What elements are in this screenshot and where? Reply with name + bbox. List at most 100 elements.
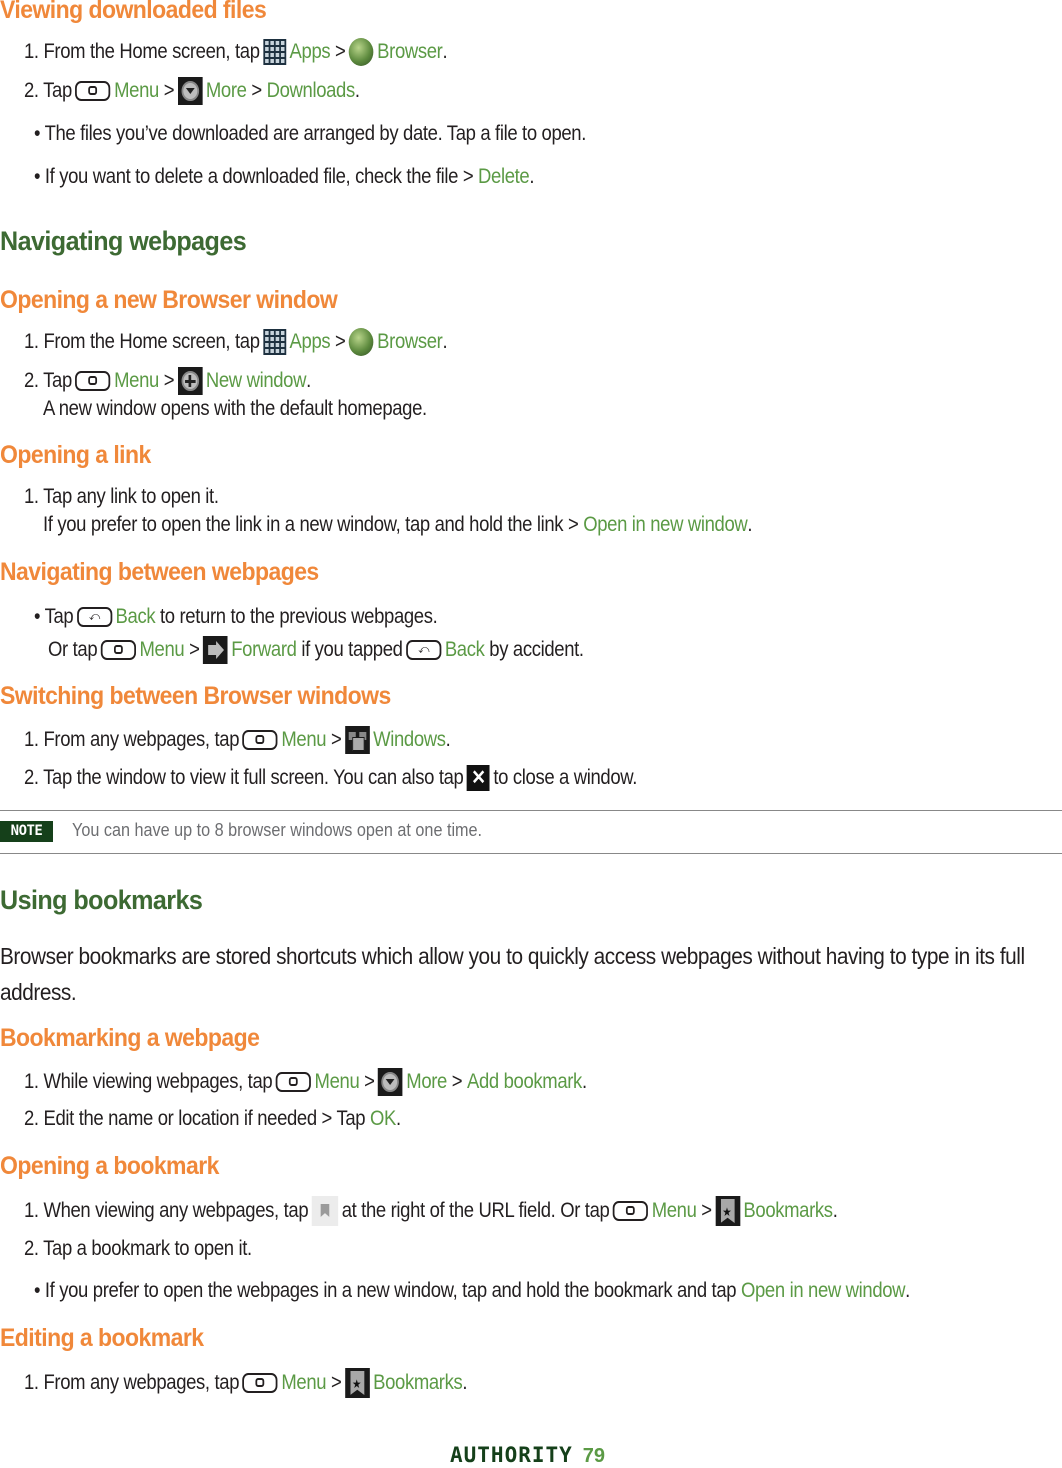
downloads-link[interactable]: Downloads <box>267 78 356 104</box>
section-title-edit-bookmark: Editing a bookmark <box>0 1324 204 1352</box>
back-link[interactable]: Back <box>116 604 156 630</box>
period: . <box>462 1371 468 1394</box>
apps-link[interactable]: Apps <box>290 39 331 65</box>
period: . <box>529 165 535 188</box>
section-title-open-link: Opening a link <box>0 441 151 469</box>
more-link[interactable]: More <box>206 78 247 104</box>
separator: > <box>451 1070 463 1093</box>
menu-link[interactable]: Menu <box>139 637 184 663</box>
step-1: 1. From the Home screen, tap Apps > Brow… <box>24 328 448 356</box>
close-icon: ✕ <box>466 765 490 791</box>
browser-link[interactable]: Browser <box>377 39 443 65</box>
step-text: 1. From any webpages, tap <box>24 1371 240 1394</box>
ok-link[interactable]: OK <box>370 1106 396 1132</box>
back-key-icon: ⤺ <box>406 640 442 660</box>
apps-grid-icon <box>263 329 287 355</box>
step-text: 1. From any webpages, tap <box>24 728 240 751</box>
menu-key-icon <box>612 1201 649 1221</box>
menu-link[interactable]: Menu <box>281 727 326 753</box>
bullet-text: • If you want to delete a downloaded fil… <box>34 165 474 188</box>
period: . <box>442 330 448 353</box>
open-link-detail: If you prefer to open the link in a new … <box>43 512 753 538</box>
bookmarks-star-icon <box>715 1196 740 1226</box>
back-key-icon: ⤺ <box>76 607 113 627</box>
period: . <box>395 1107 401 1130</box>
new-window-link[interactable]: New window <box>206 368 307 394</box>
step-text: 1. While viewing webpages, tap <box>24 1070 273 1093</box>
step-2: 2. Tap a bookmark to open it. <box>24 1237 252 1260</box>
step-text: 2. Tap the window to view it full screen… <box>24 766 464 789</box>
back-link[interactable]: Back <box>445 637 485 663</box>
separator: > <box>163 369 175 392</box>
open-in-new-window-link[interactable]: Open in new window <box>583 512 748 538</box>
or-text: Or tap <box>48 638 98 661</box>
delete-link[interactable]: Delete <box>478 164 530 190</box>
step-1: 1. When viewing any webpages, tap at the… <box>24 1196 838 1226</box>
bookmarks-intro: Browser bookmarks are stored shortcuts w… <box>0 943 1025 1005</box>
bookmarks-link[interactable]: Bookmarks <box>373 1370 463 1396</box>
bullet-rest: to return to the previous webpages. <box>160 605 438 628</box>
step-2: 2. Tap the window to view it full screen… <box>24 765 637 791</box>
menu-key-icon <box>75 371 111 391</box>
period: . <box>306 369 311 392</box>
new-window-plus-icon <box>177 367 203 395</box>
bullet-open-new-window: • If you prefer to open the webpages in … <box>34 1278 910 1304</box>
step-text: 1. From the Home screen, tap <box>24 40 260 63</box>
step-text: 2. Edit the name or location if needed >… <box>24 1107 366 1130</box>
more-icon <box>378 1068 403 1096</box>
note-text: You can have up to 8 browser windows ope… <box>72 820 483 840</box>
step-1: 1. From any webpages, tap Menu > Windows… <box>24 726 451 754</box>
separator: > <box>335 40 346 63</box>
step-1: 1. While viewing webpages, tap Menu > Mo… <box>24 1068 587 1096</box>
separator: > <box>335 330 346 353</box>
separator: > <box>364 1070 375 1093</box>
step-text: 1. When viewing any webpages, tap <box>24 1199 309 1222</box>
period: . <box>445 728 451 751</box>
note-box: NOTE You can have up to 8 browser window… <box>0 810 1062 854</box>
separator: > <box>330 728 342 751</box>
page-number: 79 <box>582 1445 606 1467</box>
menu-link[interactable]: Menu <box>114 78 159 104</box>
bullet-text: • Tap <box>34 605 74 628</box>
step-1: 1. From any webpages, tap Menu > Bookmar… <box>24 1368 468 1398</box>
open-in-new-window-link[interactable]: Open in new window <box>741 1278 906 1304</box>
add-bookmark-link[interactable]: Add bookmark <box>467 1069 582 1095</box>
section-title-open-bookmark: Opening a bookmark <box>0 1152 219 1180</box>
bullet-arranged-by-date: • The files you’ve downloaded are arrang… <box>34 122 587 145</box>
step-text: 2. Tap <box>24 79 72 102</box>
forward-link[interactable]: Forward <box>231 637 297 663</box>
bullet-delete: • If you want to delete a downloaded fil… <box>34 164 535 190</box>
more-link[interactable]: More <box>406 1069 447 1095</box>
section-title-new-window: Opening a new Browser window <box>0 286 338 314</box>
bullet-text: • If you prefer to open the webpages in … <box>34 1279 737 1302</box>
section-title-viewing-downloads: Viewing downloaded files <box>0 0 267 24</box>
menu-link[interactable]: Menu <box>281 1370 326 1396</box>
separator: > <box>330 1371 342 1394</box>
apps-link[interactable]: Apps <box>290 329 331 355</box>
separator: > <box>251 79 262 102</box>
bookmarks-link[interactable]: Bookmarks <box>743 1198 833 1224</box>
forward-arrow-icon <box>203 636 228 664</box>
step-2: 2. Tap Menu > New window. <box>24 367 311 395</box>
new-window-note: A new window opens with the default home… <box>43 397 427 420</box>
windows-link[interactable]: Windows <box>373 727 446 753</box>
menu-link[interactable]: Menu <box>114 368 159 394</box>
menu-link[interactable]: Menu <box>315 1069 360 1095</box>
section-title-between-pages: Navigating between webpages <box>0 558 319 586</box>
separator: > <box>163 79 175 102</box>
separator: > <box>189 638 200 661</box>
menu-link[interactable]: Menu <box>652 1198 697 1224</box>
step-1: 1. From the Home screen, tap Apps > Brow… <box>24 38 448 66</box>
brand-logo: AUTHORITY <box>450 1443 573 1467</box>
mid-text: at the right of the URL field. Or tap <box>341 1199 610 1222</box>
step-text: 1. From the Home screen, tap <box>24 330 260 353</box>
section-title-switching: Switching between Browser windows <box>0 682 391 710</box>
browser-link[interactable]: Browser <box>377 329 443 355</box>
step-end: to close a window. <box>493 766 638 789</box>
note-badge: NOTE <box>0 821 53 842</box>
end-text: by accident. <box>489 638 584 661</box>
step-text: 2. Tap <box>24 369 72 392</box>
menu-key-icon <box>75 81 111 101</box>
bookmarks-star-icon <box>344 1368 370 1398</box>
step-1: 1. Tap any link to open it. <box>24 485 219 508</box>
